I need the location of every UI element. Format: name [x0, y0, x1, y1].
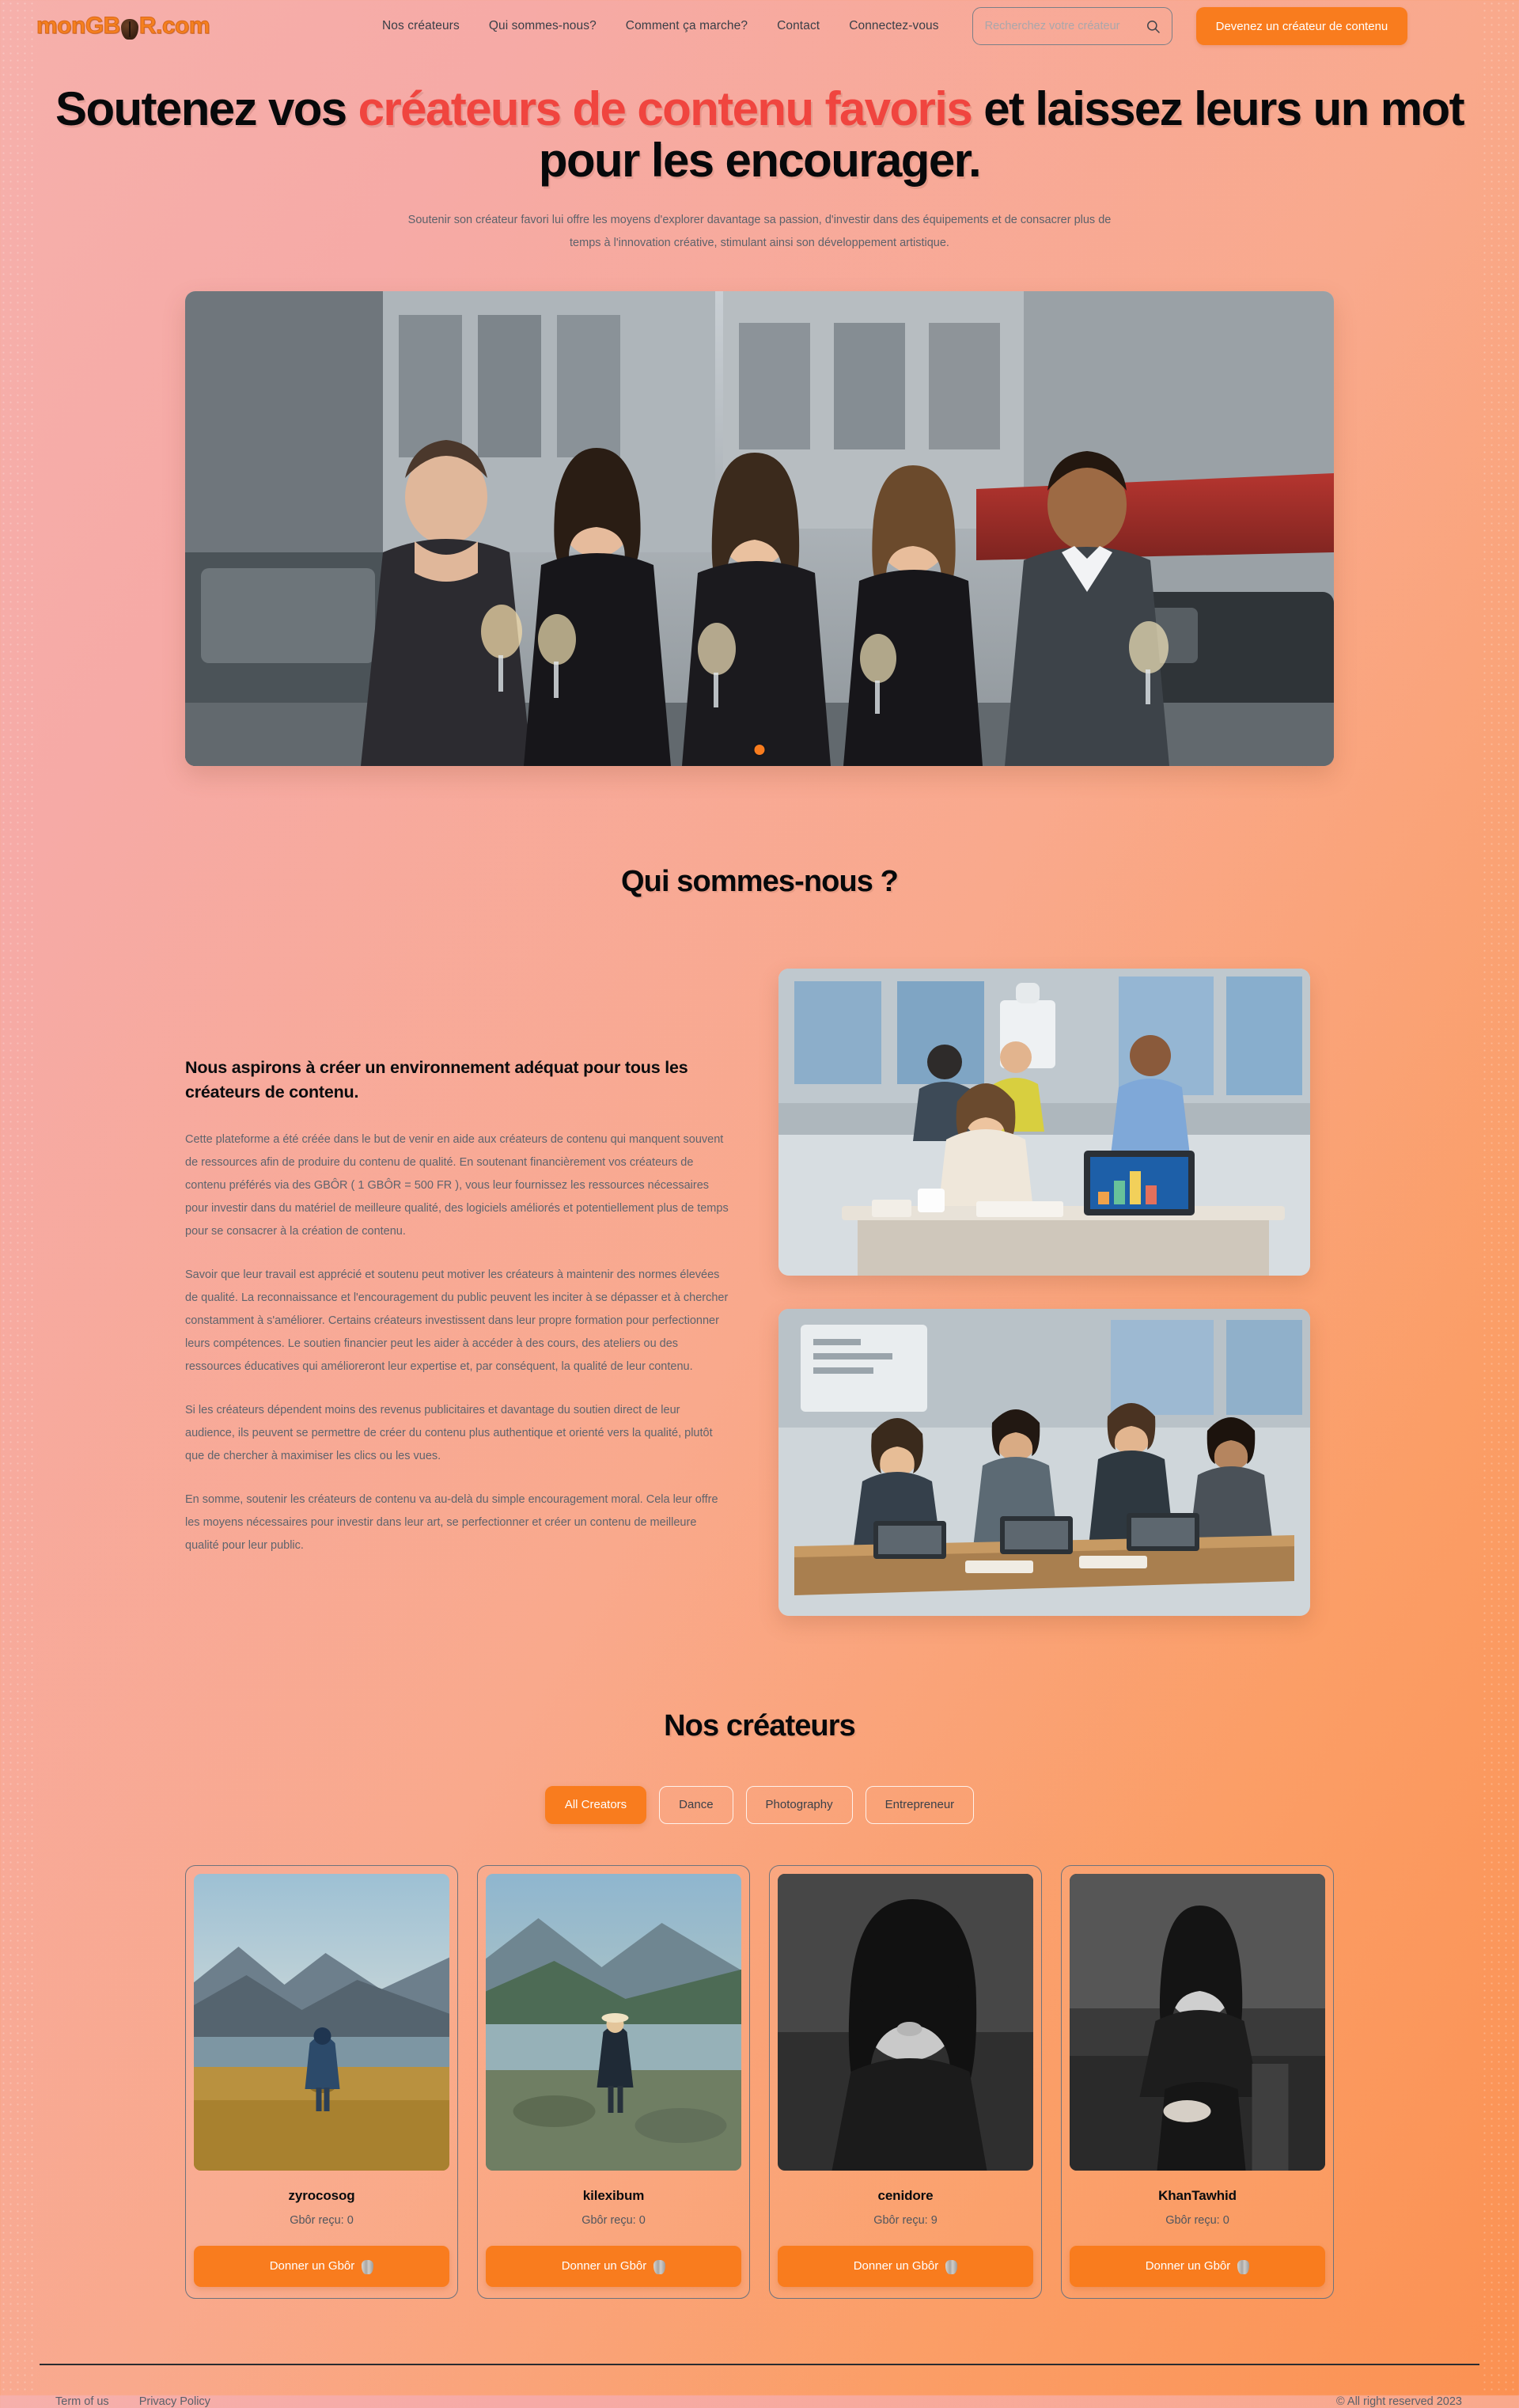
- about-heading: Qui sommes-nous ?: [621, 864, 899, 898]
- about-subheading: Nous aspirons à créer un environnement a…: [185, 1057, 688, 1102]
- creator-gbor-count: Gbôr reçu: 0: [290, 2213, 354, 2227]
- creator-avatar: [778, 1873, 1033, 2171]
- gbor-coin-icon: [653, 2259, 666, 2274]
- donate-button[interactable]: Donner un Gbôr: [1070, 2245, 1325, 2287]
- donate-label: Donner un Gbôr: [1145, 2259, 1231, 2273]
- hero-title: Soutenez vos créateurs de contenu favori…: [0, 82, 1519, 187]
- about-image-column: [778, 968, 1310, 1616]
- donate-button[interactable]: Donner un Gbôr: [194, 2245, 449, 2287]
- search-icon[interactable]: [1146, 19, 1161, 34]
- page-root: monGB R.com Nos créateurs Qui sommes-nous…: [0, 0, 1519, 2408]
- creator-avatar: [1070, 1873, 1325, 2171]
- logo-text-first: monGB: [36, 13, 121, 40]
- about-content: Nous aspirons à créer un environnement a…: [185, 899, 1334, 1616]
- donate-button[interactable]: Donner un Gbôr: [778, 2245, 1033, 2287]
- filter-all-creators[interactable]: All Creators: [544, 1785, 647, 1824]
- gbor-coin-icon: [1237, 2259, 1250, 2274]
- creator-name: cenidore: [877, 2187, 934, 2203]
- donate-button[interactable]: Donner un Gbôr: [486, 2245, 741, 2287]
- filter-photography[interactable]: Photography: [745, 1785, 853, 1824]
- filter-entrepreneur[interactable]: Entrepreneur: [865, 1785, 975, 1824]
- creator-card[interactable]: cenidore Gbôr reçu: 9 Donner un Gbôr: [769, 1864, 1042, 2299]
- hero-photo-friends-toasting: [185, 290, 1334, 766]
- nav-item-qui-sommes-nous[interactable]: Qui sommes-nous?: [489, 19, 597, 33]
- site-footer: Term of us Privacy Policy © All right re…: [40, 2363, 1479, 2408]
- creator-name: zyrocosog: [288, 2187, 355, 2203]
- hero-carousel[interactable]: [185, 290, 1334, 766]
- donate-label: Donner un Gbôr: [561, 2259, 647, 2273]
- about-text-column: Nous aspirons à créer un environnement a…: [185, 969, 731, 1578]
- filter-dance[interactable]: Dance: [659, 1785, 733, 1824]
- footer-copyright: © All right reserved 2023: [1336, 2395, 1462, 2408]
- about-photo-team-brainstorm: [778, 1308, 1310, 1616]
- creator-avatar: [194, 1873, 449, 2171]
- nav-item-nos-createurs[interactable]: Nos créateurs: [382, 19, 460, 33]
- carousel-dot-active[interactable]: [754, 744, 765, 755]
- nav-item-connectez-vous[interactable]: Connectez-vous: [849, 19, 938, 33]
- donate-label: Donner un Gbôr: [853, 2259, 939, 2273]
- creator-name: KhanTawhid: [1158, 2187, 1237, 2203]
- search-box[interactable]: [972, 7, 1172, 45]
- creator-card[interactable]: KhanTawhid Gbôr reçu: 0 Donner un Gbôr: [1061, 1864, 1334, 2299]
- coffee-bean-icon: [120, 19, 138, 40]
- creator-gbor-count: Gbôr reçu: 0: [581, 2213, 646, 2227]
- about-paragraph-3: Si les créateurs dépendent moins des rev…: [185, 1403, 713, 1462]
- footer-link-terms[interactable]: Term of us: [55, 2395, 109, 2408]
- primary-nav: Nos créateurs Qui sommes-nous? Comment ç…: [382, 19, 939, 33]
- brand-logo[interactable]: monGB R.com: [36, 13, 210, 40]
- gbor-coin-icon: [362, 2259, 374, 2274]
- creators-heading: Nos créateurs: [664, 1708, 856, 1742]
- about-paragraph-2: Savoir que leur travail est apprécié et …: [185, 1268, 729, 1373]
- creator-gbor-count: Gbôr reçu: 0: [1165, 2213, 1229, 2227]
- creator-gbor-count: Gbôr reçu: 9: [873, 2213, 938, 2227]
- hero-section: Soutenez vos créateurs de contenu favori…: [0, 52, 1519, 766]
- about-paragraph-4: En somme, soutenir les créateurs de cont…: [185, 1492, 718, 1552]
- creator-card[interactable]: kilexibum Gbôr reçu: 0 Donner un Gbôr: [477, 1864, 750, 2299]
- creator-avatar: [486, 1873, 741, 2171]
- nav-item-comment-ca-marche[interactable]: Comment ça marche?: [626, 19, 748, 33]
- creator-card[interactable]: zyrocosog Gbôr reçu: 0 Donner un Gbôr: [185, 1864, 458, 2299]
- about-paragraph-1: Cette plateforme a été créée dans le but…: [185, 1132, 729, 1238]
- hero-subtitle: Soutenir son créateur favori lui offre l…: [407, 213, 1112, 249]
- site-header: monGB R.com Nos créateurs Qui sommes-nous…: [0, 0, 1519, 52]
- search-input[interactable]: [984, 20, 1146, 32]
- creator-card-grid: zyrocosog Gbôr reçu: 0 Donner un Gbôr ki…: [185, 1864, 1334, 2299]
- donate-label: Donner un Gbôr: [269, 2259, 355, 2273]
- logo-text-second: R.com: [138, 13, 210, 40]
- become-creator-button[interactable]: Devenez un créateur de contenu: [1195, 7, 1408, 45]
- about-photo-office-meeting: [778, 968, 1310, 1276]
- about-section: Qui sommes-nous ? Nous aspirons à créer …: [0, 865, 1519, 1616]
- hero-title-highlight: créateurs de contenu favoris: [358, 82, 973, 135]
- hero-title-part1: Soutenez vos: [55, 82, 358, 135]
- nav-item-contact[interactable]: Contact: [777, 19, 820, 33]
- footer-links: Term of us Privacy Policy: [55, 2395, 210, 2408]
- footer-link-privacy[interactable]: Privacy Policy: [139, 2395, 210, 2408]
- creators-section: Nos créateurs All Creators Dance Photogr…: [0, 1709, 1519, 2299]
- creator-name: kilexibum: [582, 2187, 645, 2203]
- gbor-coin-icon: [945, 2259, 958, 2274]
- creator-filter-tabs: All Creators Dance Photography Entrepren…: [0, 1785, 1519, 1824]
